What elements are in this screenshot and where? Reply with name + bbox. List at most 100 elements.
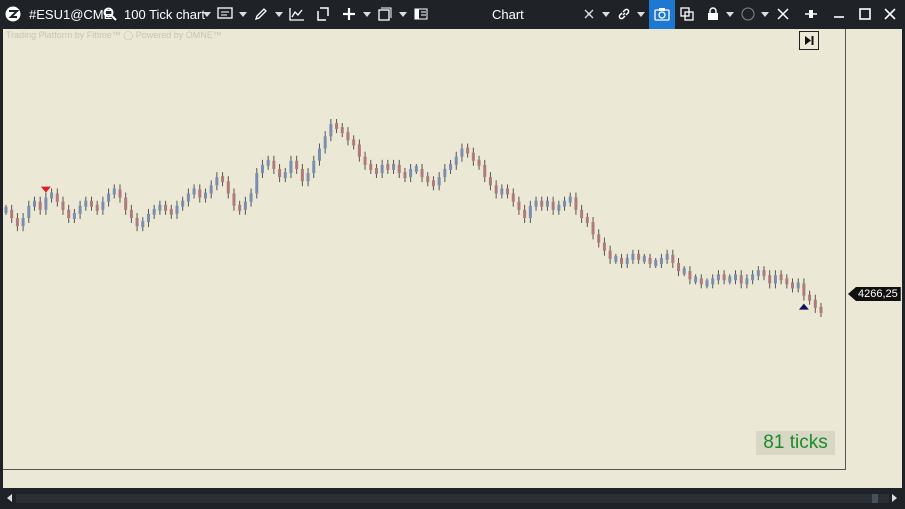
tick-bar <box>739 275 743 284</box>
price-chart[interactable] <box>3 29 845 469</box>
tick-bar <box>152 208 156 215</box>
tick-bar <box>466 147 470 154</box>
tick-bar <box>67 209 71 218</box>
tick-bar <box>449 163 453 170</box>
tick-bar <box>625 257 629 264</box>
minimize-icon[interactable] <box>831 6 847 22</box>
tick-bar <box>357 144 361 157</box>
cursor-icon[interactable] <box>581 6 597 22</box>
tick-bar <box>716 274 720 281</box>
tick-bar <box>768 275 772 284</box>
chevron-down-icon[interactable] <box>602 12 610 17</box>
tick-bar <box>585 217 589 224</box>
tick-bar <box>340 127 344 134</box>
close-icon[interactable] <box>882 6 898 22</box>
scroll-right-icon[interactable] <box>892 494 897 502</box>
tick-bar <box>4 206 8 213</box>
tools-icon[interactable] <box>775 6 791 22</box>
time-axis[interactable] <box>3 470 846 488</box>
tick-bar <box>722 274 726 281</box>
scroll-thumb[interactable] <box>872 494 878 503</box>
price-axis[interactable] <box>846 29 902 488</box>
window-layout-icon[interactable] <box>377 6 393 22</box>
bar-style-icon[interactable] <box>315 6 331 22</box>
tick-bar <box>756 270 760 277</box>
chevron-down-icon[interactable] <box>275 12 283 17</box>
tick-bar <box>260 164 264 174</box>
window-title: Chart <box>492 7 524 22</box>
chevron-down-icon[interactable] <box>363 12 371 17</box>
tick-bar <box>568 196 572 203</box>
tick-bar <box>728 276 732 283</box>
lock-icon[interactable] <box>705 6 721 22</box>
tick-bar <box>574 197 578 210</box>
tick-bar <box>346 132 350 141</box>
tick-counter-badge: 81 ticks <box>756 431 835 455</box>
tick-bar <box>454 156 458 165</box>
tick-bar <box>289 160 293 174</box>
tick-bar <box>118 189 122 198</box>
tick-bar <box>352 139 356 146</box>
tick-bar <box>682 268 686 275</box>
tick-bar <box>614 255 618 262</box>
duplicate-icon[interactable] <box>679 6 695 22</box>
chevron-down-icon[interactable] <box>637 12 645 17</box>
tick-bar <box>146 213 150 223</box>
tick-bar <box>642 255 646 262</box>
tick-bar <box>517 201 521 210</box>
jump-to-end-button[interactable] <box>799 31 819 50</box>
tick-bar <box>563 200 567 207</box>
symbol-selector[interactable]: #ESU1@CME <box>29 0 112 29</box>
chevron-down-icon[interactable] <box>726 12 734 17</box>
title-bar: #ESU1@CME 100 Tick chart Chart <box>0 0 905 29</box>
chart-area[interactable] <box>3 29 846 470</box>
tick-bar <box>392 163 396 170</box>
tick-bar <box>602 242 606 251</box>
tick-bar <box>335 123 339 130</box>
skip-to-end-icon <box>805 36 814 45</box>
indicator-icon[interactable] <box>289 6 305 22</box>
tick-bar <box>437 177 441 186</box>
app-logo-icon[interactable] <box>5 6 21 22</box>
tick-bar <box>27 205 31 218</box>
pin-icon[interactable] <box>803 6 819 22</box>
tick-bar <box>443 168 447 178</box>
chevron-down-icon[interactable] <box>239 12 247 17</box>
chevron-down-icon[interactable] <box>203 12 211 17</box>
chevron-down-icon[interactable] <box>761 12 769 17</box>
tick-bar <box>488 177 492 186</box>
horizontal-scrollbar[interactable] <box>0 488 905 509</box>
template-icon[interactable] <box>217 6 233 22</box>
tick-bar <box>21 218 25 227</box>
circle-color-icon[interactable] <box>740 6 756 22</box>
tick-bar <box>61 201 65 210</box>
tick-bar <box>203 192 207 199</box>
chevron-down-icon[interactable] <box>399 12 407 17</box>
tick-bar <box>175 205 179 214</box>
scroll-track[interactable] <box>16 494 889 503</box>
tick-bar <box>374 168 378 174</box>
panel-icon[interactable] <box>413 6 429 22</box>
tick-bar <box>785 278 789 285</box>
tick-bar <box>506 188 510 195</box>
tick-bar <box>266 159 270 166</box>
maximize-icon[interactable] <box>857 6 873 22</box>
camera-icon[interactable] <box>654 6 670 22</box>
chart-type-selector[interactable]: 100 Tick chart <box>124 0 205 29</box>
tick-bar <box>813 299 817 308</box>
tick-bar <box>226 181 230 194</box>
tick-bar <box>283 172 287 179</box>
sell-marker-icon <box>40 186 51 193</box>
tick-bar <box>471 152 475 161</box>
tick-bar <box>50 192 54 199</box>
search-icon[interactable] <box>102 6 118 22</box>
tick-bar <box>494 185 498 194</box>
link-icon[interactable] <box>616 6 632 22</box>
scroll-left-icon[interactable] <box>7 494 12 502</box>
crosshair-plus-icon[interactable] <box>341 6 357 22</box>
draw-pencil-icon[interactable] <box>253 6 269 22</box>
tick-bar <box>169 208 173 215</box>
tick-bar <box>620 257 624 264</box>
tick-bar <box>791 282 795 289</box>
tick-bar <box>72 212 76 219</box>
